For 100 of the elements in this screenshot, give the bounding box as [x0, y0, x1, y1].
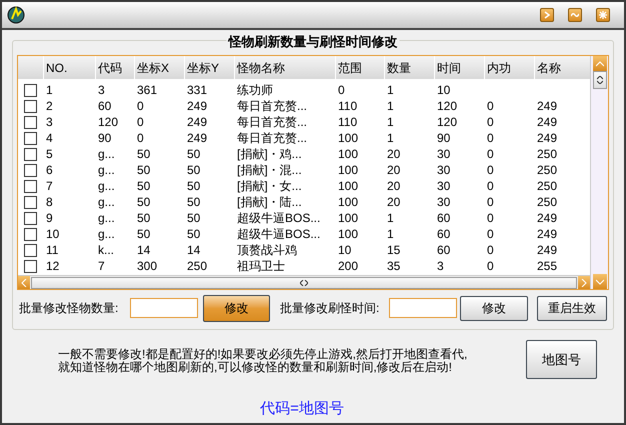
table-cell: 249 — [537, 131, 558, 145]
row-checkbox[interactable] — [24, 84, 37, 96]
row-checkbox[interactable] — [24, 132, 37, 144]
table-cell: 50 — [187, 163, 200, 177]
vertical-scrollbar[interactable] — [590, 56, 608, 289]
table-cell: 50 — [187, 195, 200, 209]
row-checkbox[interactable] — [24, 244, 37, 256]
column-header[interactable]: NO. — [43, 56, 95, 79]
table-cell: 6 — [46, 163, 53, 177]
table-cell: [捐献]・混... — [237, 163, 302, 177]
count-input[interactable] — [130, 298, 198, 318]
play-icon — [543, 11, 551, 19]
table-cell: 20 — [387, 195, 400, 209]
table-cell: 249 — [537, 211, 558, 225]
table-cell: 1 — [387, 227, 394, 241]
table-cell: 8 — [46, 195, 53, 209]
table-cell: 每日首充赘... — [237, 115, 308, 129]
column-header[interactable]: 范围 — [335, 56, 384, 79]
column-header[interactable]: 坐标X — [134, 56, 184, 79]
table-cell: 0 — [487, 163, 494, 177]
table-cell: 30 — [437, 163, 450, 177]
row-checkbox[interactable] — [24, 260, 37, 272]
table-cell: 9 — [46, 211, 53, 225]
table-cell: 120 — [98, 115, 118, 129]
table-cell: 0 — [137, 99, 144, 113]
table-cell: 60 — [437, 243, 450, 257]
group-title: 怪物刷新数量与刷怪时间修改 — [226, 32, 400, 52]
row-checkbox[interactable] — [24, 196, 37, 208]
row-checkbox[interactable] — [24, 180, 37, 192]
table-cell: 249 — [187, 131, 208, 145]
modify-button[interactable]: 修改 — [460, 296, 528, 320]
table-cell: 250 — [537, 163, 558, 177]
table-cell: 60 — [98, 99, 112, 113]
table-cell: 249 — [537, 115, 558, 129]
row-checkbox[interactable] — [24, 116, 37, 128]
column-header[interactable]: 名称 — [534, 56, 584, 79]
time-input[interactable] — [389, 298, 457, 318]
table-cell: 5 — [46, 147, 53, 161]
note-text: 一般不需要修改!都是配置好的!如果要改必须先停止游戏,然后打开地图查看代, 就知道怪物在哪个地图刷新的,可以修改怪的数量和刷新时间,修改后在启动! — [57, 348, 468, 374]
column-header[interactable]: 代码 — [95, 56, 134, 79]
row-checkbox[interactable] — [24, 212, 37, 224]
table-cell: 超级牛逼BOS... — [237, 211, 320, 225]
table-cell: 2 — [46, 99, 53, 113]
count-label: 批量修改怪物数量: — [19, 300, 120, 317]
close-button[interactable] — [596, 8, 610, 22]
table-cell: 15 — [387, 243, 400, 257]
table-cell: 0 — [487, 195, 494, 209]
table-cell: 每日首充赘... — [237, 99, 308, 113]
table-cell: 每日首充赘... — [237, 131, 308, 145]
table-cell: 50 — [137, 195, 150, 209]
table-cell: 0 — [487, 131, 494, 145]
table-cell: 249 — [537, 227, 558, 241]
table-cell: 0 — [338, 83, 345, 97]
table-cell: 顶赘战斗鸡 — [237, 243, 297, 257]
table-cell: [捐献]・陆... — [237, 195, 302, 209]
table-cell: 200 — [338, 259, 358, 273]
wave-icon — [571, 12, 579, 18]
table-cell: g... — [98, 195, 115, 209]
minimize-button[interactable] — [568, 8, 582, 22]
modify-button[interactable]: 修改 — [203, 294, 270, 322]
row-checkbox[interactable] — [24, 228, 37, 240]
table-cell: 10 — [338, 243, 352, 257]
column-header[interactable]: 数量 — [384, 56, 434, 79]
table-cell: 90 — [98, 131, 112, 145]
table-cell: 50 — [137, 147, 150, 161]
column-header[interactable]: 时间 — [434, 56, 484, 79]
table-cell: 0 — [487, 211, 494, 225]
asterisk-icon — [599, 11, 607, 19]
table-cell: 249 — [537, 243, 558, 257]
table-cell: 0 — [487, 147, 494, 161]
table-cell: 250 — [537, 195, 558, 209]
table-cell: 300 — [137, 259, 158, 273]
row-checkbox[interactable] — [24, 164, 37, 176]
table-cell: 1 — [387, 99, 394, 113]
table-cell: 60 — [437, 227, 450, 241]
table-cell: 14 — [137, 243, 150, 257]
row-checkbox[interactable] — [24, 100, 37, 112]
column-header[interactable]: 坐标Y — [184, 56, 234, 79]
table-cell: 250 — [537, 147, 558, 161]
table-cell: 1 — [387, 211, 394, 225]
table-cell: 0 — [487, 115, 494, 129]
restart-button[interactable]: 重启生效 — [537, 296, 607, 320]
table-cell: g... — [98, 147, 115, 161]
table-cell: 0 — [137, 115, 144, 129]
table-cell: 249 — [537, 99, 558, 113]
map-button[interactable]: 地图号 — [526, 340, 597, 379]
row-checkbox[interactable] — [24, 148, 37, 160]
table-cell: 50 — [187, 147, 200, 161]
table-cell: 361 — [137, 83, 158, 97]
hint-text: 代码=地图号 — [260, 399, 344, 419]
table-cell: 250 — [187, 259, 208, 273]
play-button[interactable] — [540, 8, 554, 22]
grip-icon — [300, 280, 308, 286]
table-cell: 35 — [387, 259, 400, 273]
table-cell: 练功师 — [237, 83, 273, 97]
column-header[interactable]: 内功 — [484, 56, 534, 79]
column-header[interactable]: 怪物名称 — [234, 56, 335, 79]
horizontal-scrollbar[interactable] — [18, 275, 590, 289]
table-cell: 0 — [487, 259, 494, 273]
table-cell: g... — [98, 179, 115, 193]
